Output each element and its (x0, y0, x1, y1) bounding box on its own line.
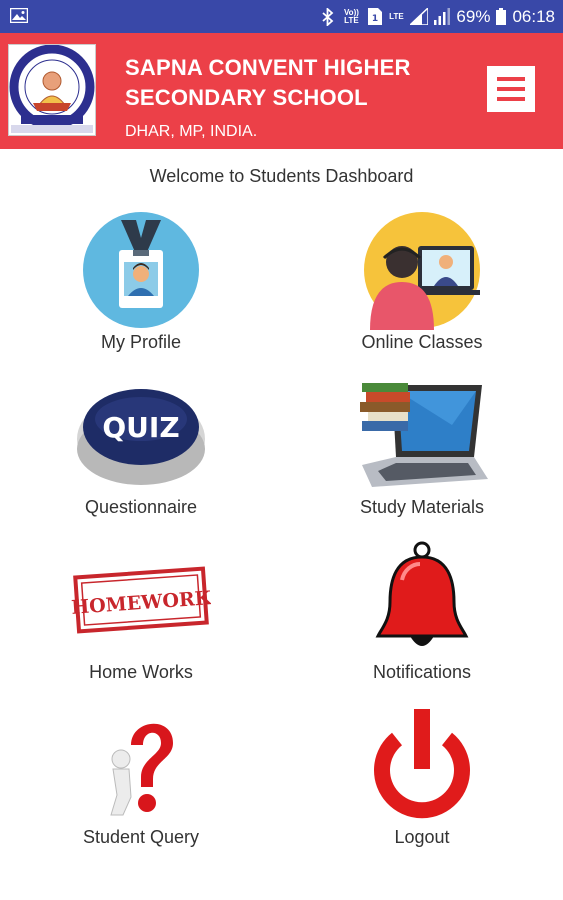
school-name-line2: SECONDARY SCHOOL (125, 85, 368, 110)
tile-student-query[interactable]: Student Query (31, 702, 251, 848)
tile-label: Logout (394, 827, 450, 847)
signal-icon (410, 8, 429, 25)
quiz-text: QUIZ (102, 411, 179, 444)
hamburger-line (497, 97, 525, 101)
tile-label: Student Query (82, 827, 200, 847)
bluetooth-icon (322, 7, 334, 26)
tile-study-materials[interactable]: Study Materials (312, 372, 532, 518)
gallery-notification-icon (9, 7, 29, 28)
tile-label: Questionnaire (84, 497, 198, 517)
tile-home-works[interactable]: HOMEWORK Home Works (31, 537, 251, 683)
profile-badge-icon (31, 207, 251, 332)
app-header: SAPNA CONVENT HIGHER SECONDARY SCHOOL DH… (0, 33, 563, 149)
school-logo (8, 44, 96, 136)
battery-icon (496, 8, 507, 25)
tile-label: Notifications (372, 662, 472, 682)
tile-my-profile[interactable]: My Profile (31, 207, 251, 353)
tile-label: Online Classes (361, 332, 483, 352)
laptop-books-icon (312, 372, 532, 497)
signal-bars-icon (434, 8, 451, 25)
tile-online-classes[interactable]: Online Classes (312, 207, 532, 353)
bell-icon (312, 537, 532, 662)
question-mark-figure-icon (31, 702, 251, 827)
tile-questionnaire[interactable]: QUIZ Questionnaire (31, 372, 251, 518)
tile-label: My Profile (100, 332, 181, 352)
school-location: DHAR, MP, INDIA. (125, 123, 258, 140)
svg-text:1: 1 (372, 14, 378, 24)
tile-label: Study Materials (359, 497, 485, 517)
clock: 06:18 (512, 6, 555, 26)
lte-indicator: LTE (389, 11, 404, 21)
sim-icon: 1 (368, 8, 383, 25)
hamburger-menu-button[interactable] (487, 66, 535, 112)
hamburger-line (497, 87, 525, 91)
power-icon (312, 702, 532, 827)
school-name: SAPNA CONVENT HIGHER SECONDARY SCHOOL (125, 53, 411, 113)
homework-stamp-icon: HOMEWORK (31, 537, 251, 662)
quiz-button-icon: QUIZ (31, 372, 251, 497)
battery-percent: 69% (456, 6, 491, 26)
online-classes-icon (312, 207, 532, 332)
hamburger-line (497, 77, 525, 81)
school-name-line1: SAPNA CONVENT HIGHER (125, 55, 411, 80)
tile-label: Home Works (89, 662, 193, 682)
volte-indicator: Vo)) LTE (343, 7, 359, 25)
status-bar: Vo)) LTE 1 LTE 69% 06:18 (0, 0, 563, 33)
tile-logout[interactable]: Logout (312, 702, 532, 848)
tile-notifications[interactable]: Notifications (312, 537, 532, 683)
welcome-message: Welcome to Students Dashboard (149, 166, 414, 186)
